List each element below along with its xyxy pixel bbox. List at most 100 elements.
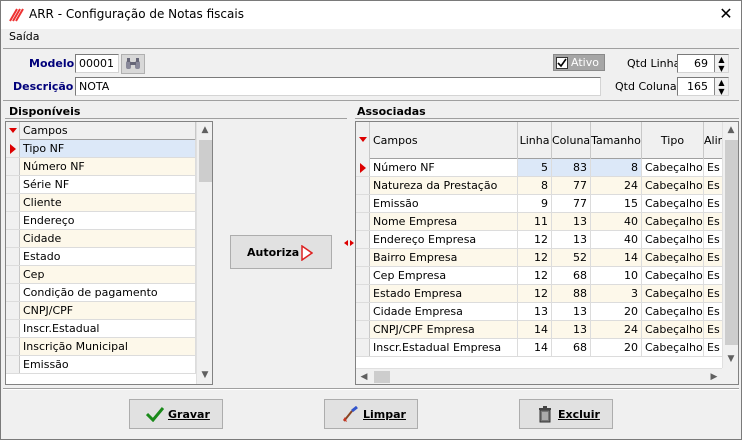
associadas-hscrollbar[interactable]: ◀ ▶ [356, 368, 722, 384]
tamanho-cell: 15 [591, 195, 642, 212]
tamanho-cell: 10 [591, 267, 642, 284]
tipo-cell: Cabeçalho [642, 267, 704, 284]
table-row[interactable]: Cep Empresa 12 68 10 Cabeçalho Es [356, 267, 724, 285]
sort-indicator-icon [356, 122, 370, 159]
scroll-thumb[interactable] [374, 371, 390, 383]
scroll-thumb[interactable] [725, 140, 738, 345]
bottom-separator [3, 388, 739, 390]
list-item[interactable]: Estado [6, 248, 196, 266]
title-bar: ARR - Configuração de Notas fiscais ✕ [1, 1, 741, 29]
list-item[interactable]: Cep [6, 266, 196, 284]
scroll-up-icon[interactable]: ▲ [723, 122, 738, 139]
scroll-thumb[interactable] [199, 140, 212, 182]
app-logo-icon [9, 8, 24, 22]
scroll-corner [722, 368, 738, 384]
list-item[interactable]: Série NF [6, 176, 196, 194]
scroll-right-icon[interactable]: ▶ [706, 369, 722, 384]
grid-header: Campos Linha Coluna Tamanho Tipo Alin [356, 122, 724, 159]
list-item[interactable]: CNPJ/CPF [6, 302, 196, 320]
alin-cell: Es [704, 267, 724, 284]
table-row[interactable]: Emissão 9 77 15 Cabeçalho Es [356, 195, 724, 213]
linha-cell: 13 [518, 303, 552, 320]
linha-cell: 12 [518, 249, 552, 266]
coluna-cell: 52 [552, 249, 591, 266]
linha-cell: 12 [518, 231, 552, 248]
column-header-alin[interactable]: Alin [704, 122, 724, 159]
alin-cell: Es [704, 339, 724, 356]
associadas-grid[interactable]: Campos Linha Coluna Tamanho Tipo Alin Número … [355, 121, 739, 385]
modelo-label: Modelo [29, 57, 75, 70]
excluir-button[interactable]: Excluir [519, 399, 613, 429]
qtd-linha-spinner[interactable]: 69 ▲ ▼ [677, 54, 729, 73]
table-row[interactable]: Número NF 5 83 8 Cabeçalho Es [356, 159, 724, 177]
qtd-colunas-spinner[interactable]: 165 ▲ ▼ [677, 77, 729, 96]
autoriza-button[interactable]: Autoriza [230, 235, 332, 269]
limpar-button[interactable]: Limpar [324, 399, 418, 429]
table-row[interactable]: CNPJ/CPF Empresa 14 13 24 Cabeçalho Es [356, 321, 724, 339]
list-item[interactable]: Inscr.Estadual [6, 320, 196, 338]
list-item[interactable]: Cliente [6, 194, 196, 212]
close-icon[interactable]: ✕ [711, 1, 741, 29]
column-header-tipo[interactable]: Tipo [642, 122, 704, 159]
column-header-tamanho[interactable]: Tamanho [591, 122, 642, 159]
column-header-campos[interactable]: Campos [370, 122, 518, 159]
table-row[interactable]: Estado Empresa 12 88 3 Cabeçalho Es [356, 285, 724, 303]
disponiveis-grid[interactable]: Campos Tipo NF Número NF Série NF Cliente En… [5, 121, 213, 385]
tipo-cell: Cabeçalho [642, 213, 704, 230]
descricao-field[interactable]: NOTA [75, 77, 601, 96]
tipo-cell: Cabeçalho [642, 285, 704, 302]
row-indicator [6, 302, 20, 319]
associadas-vscrollbar[interactable]: ▲ ▼ [722, 122, 738, 368]
column-header-coluna[interactable]: Coluna [552, 122, 591, 159]
linha-cell: 11 [518, 213, 552, 230]
campo-cell: Série NF [20, 176, 196, 193]
row-indicator [6, 212, 20, 229]
disponiveis-vscrollbar[interactable]: ▲ ▼ [196, 122, 212, 384]
list-item[interactable]: Endereço [6, 212, 196, 230]
row-indicator [356, 303, 370, 320]
row-indicator [356, 267, 370, 284]
row-pointer-icon [6, 140, 20, 157]
table-row[interactable]: Bairro Empresa 12 52 14 Cabeçalho Es [356, 249, 724, 267]
spin-arrows-icon[interactable]: ▲ ▼ [714, 55, 728, 72]
table-row[interactable]: Natureza da Prestação 8 77 24 Cabeçalho Es [356, 177, 724, 195]
spin-arrows-icon[interactable]: ▲ ▼ [714, 78, 728, 95]
table-row[interactable]: Inscr.Estadual Empresa 14 68 20 Cabeçalho Es [356, 339, 724, 357]
list-item[interactable]: Inscrição Municipal [6, 338, 196, 356]
gravar-label: Gravar [168, 407, 210, 421]
campo-cell: Nome Empresa [370, 213, 518, 230]
tamanho-cell: 24 [591, 177, 642, 194]
scroll-up-icon[interactable]: ▲ [197, 122, 212, 139]
campo-cell: Emissão [20, 356, 196, 373]
list-item[interactable]: Número NF [6, 158, 196, 176]
list-item[interactable]: Emissão [6, 356, 196, 374]
campo-cell: Cliente [20, 194, 196, 211]
tipo-cell: Cabeçalho [642, 177, 704, 194]
tipo-cell: Cabeçalho [642, 339, 704, 356]
scroll-down-icon[interactable]: ▼ [723, 351, 738, 368]
ativo-checkbox[interactable]: Ativo [553, 54, 605, 71]
modelo-field[interactable]: 00001 [75, 54, 119, 73]
column-header-linha[interactable]: Linha [518, 122, 552, 159]
splitter-arrows-icon[interactable] [344, 238, 354, 248]
grid-header: Campos [6, 122, 196, 140]
row-indicator [6, 266, 20, 283]
row-indicator [6, 284, 20, 301]
row-pointer-icon [356, 159, 370, 176]
binoculars-icon [126, 58, 140, 69]
column-header-campos[interactable]: Campos [20, 122, 196, 140]
gravar-button[interactable]: Gravar [129, 399, 223, 429]
table-row[interactable]: Cidade Empresa 13 13 20 Cabeçalho Es [356, 303, 724, 321]
search-binoculars-button[interactable] [121, 54, 145, 74]
scroll-down-icon[interactable]: ▼ [197, 367, 212, 384]
list-item[interactable]: Cidade [6, 230, 196, 248]
coluna-cell: 77 [552, 195, 591, 212]
disponiveis-divider [5, 118, 347, 119]
list-item[interactable]: Condição de pagamento [6, 284, 196, 302]
list-item[interactable]: Tipo NF [6, 140, 196, 158]
table-row[interactable]: Endereço Empresa 12 13 40 Cabeçalho Es [356, 231, 724, 249]
table-row[interactable]: Nome Empresa 11 13 40 Cabeçalho Es [356, 213, 724, 231]
menu-saida[interactable]: Saída [9, 30, 40, 43]
coluna-cell: 13 [552, 213, 591, 230]
scroll-left-icon[interactable]: ◀ [356, 369, 372, 384]
